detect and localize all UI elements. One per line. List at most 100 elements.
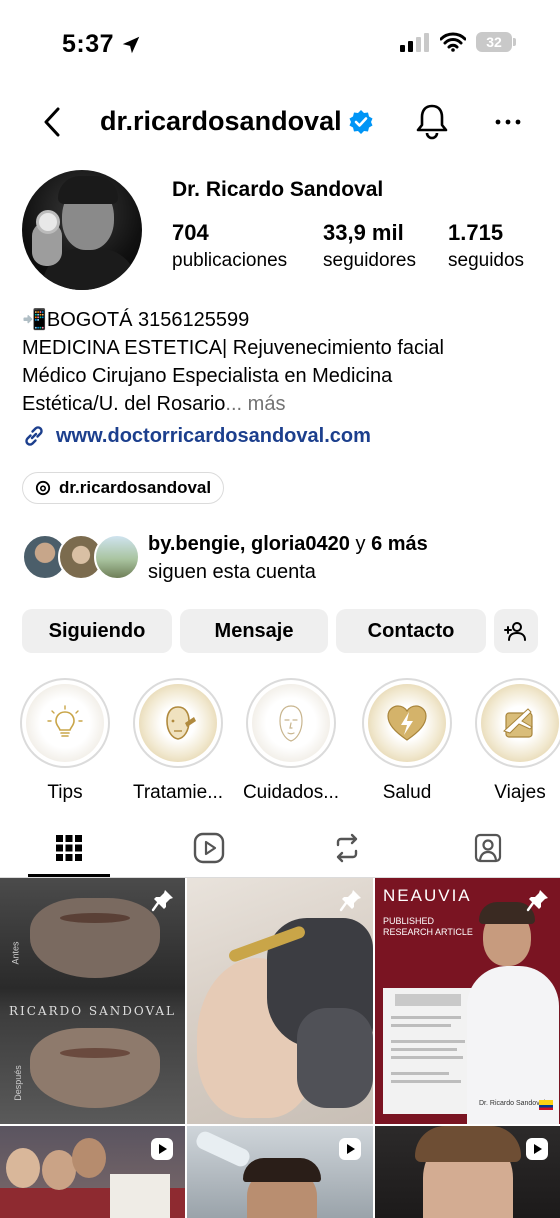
mutual-followers-avatars[interactable] <box>22 534 140 580</box>
profile-header-bar: dr.ricardosandoval <box>0 98 560 146</box>
person-face <box>72 1138 106 1178</box>
highlight-label: Cuidados... <box>242 782 340 803</box>
post-thumbnail[interactable]: RICARDO SANDOVAL Antes Después <box>0 878 185 1124</box>
after-mouth <box>60 1048 130 1058</box>
mutual-avatar-3 <box>94 534 140 580</box>
face-outline-icon <box>279 705 303 742</box>
woman-hair <box>415 1126 521 1162</box>
wifi-icon <box>440 32 466 52</box>
following-button[interactable]: Siguiendo <box>22 609 172 653</box>
posts-label: publicaciones <box>172 250 288 271</box>
bio-line-credentials: Médico Cirujano Especialista en Medicina <box>22 365 393 387</box>
post-headline: PUBLISHED RESEARCH ARTICLE <box>383 916 473 938</box>
person-face <box>6 1148 40 1188</box>
contact-button[interactable]: Contacto <box>336 609 486 653</box>
tab-grid[interactable] <box>49 828 89 868</box>
avatar-hair <box>58 176 118 204</box>
highlight-cover <box>26 684 104 762</box>
highlight-cover <box>252 684 330 762</box>
highlight-ring <box>20 678 110 768</box>
highlight-cover <box>481 684 559 762</box>
highlight-travel[interactable]: Viajes <box>474 678 560 804</box>
highlight-ring <box>133 678 223 768</box>
highlight-label: Tips <box>47 782 83 803</box>
face-treatment-icon <box>166 706 196 740</box>
paper-line <box>391 1040 465 1043</box>
location-arrow-icon <box>122 36 140 53</box>
highlight-ring <box>475 678 560 768</box>
highlight-label: Salud <box>382 782 432 803</box>
posts-count: 704 <box>172 220 209 245</box>
suggested-users-button[interactable] <box>494 609 538 653</box>
followers-stat[interactable]: 33,9 mil seguidores <box>323 220 416 272</box>
mutual-names: by.bengie, gloria0420 <box>148 533 350 555</box>
back-chevron-icon[interactable] <box>38 104 68 140</box>
website-link[interactable]: www.doctorricardosandoval.com <box>22 424 371 448</box>
bio-line-university: Estética/U. del Rosario... más <box>22 390 542 418</box>
more-options-icon[interactable] <box>492 102 524 140</box>
profile-display-name: Dr. Ricardo Sandoval <box>172 178 384 201</box>
tab-reposts[interactable] <box>327 828 367 868</box>
watermark-text: RICARDO SANDOVAL <box>8 1004 177 1018</box>
reels-icon <box>193 832 225 864</box>
mutual-followers-text[interactable]: by.bengie, gloria0420 y 6 más siguen est… <box>148 530 428 586</box>
highlight-label: Viajes <box>494 782 546 803</box>
person-face <box>42 1150 76 1190</box>
profile-avatar[interactable] <box>22 170 142 290</box>
before-chin <box>30 898 160 978</box>
grid-icon <box>56 835 82 861</box>
paper-line <box>391 1048 457 1051</box>
post-thumbnail[interactable] <box>0 1126 185 1218</box>
heart-bolt-icon <box>387 705 427 741</box>
highlight-cover <box>139 684 217 762</box>
reel-indicator-icon <box>151 1138 173 1160</box>
paper-line <box>391 1072 449 1075</box>
travel-icon <box>503 708 533 738</box>
mutual-connector: y <box>349 533 372 555</box>
profile-bio: 📲BOGOTÁ 3156125599 MEDICINA ESTETICA| Re… <box>22 306 542 418</box>
colombia-flag <box>539 1100 553 1110</box>
repost-icon <box>336 833 358 863</box>
battery-level: 32 <box>486 34 502 50</box>
tab-reels[interactable] <box>189 828 229 868</box>
after-chin <box>30 1028 160 1108</box>
following-stat[interactable]: 1.715 seguidos <box>448 220 524 272</box>
post-thumbnail[interactable] <box>375 1126 560 1218</box>
paper-line <box>391 1056 463 1059</box>
notifications-bell-icon[interactable] <box>414 102 450 140</box>
bio-university-text: Estética/U. del Rosario <box>22 393 226 415</box>
tab-tagged[interactable] <box>468 828 508 868</box>
pin-icon <box>526 890 548 912</box>
avatar-device <box>36 210 60 234</box>
highlight-ring <box>246 678 336 768</box>
headline-line2: RESEARCH ARTICLE <box>383 927 473 937</box>
threads-handle: dr.ricardosandoval <box>59 478 212 497</box>
highlight-label: Tratamie... <box>132 782 224 803</box>
threads-profile-chip[interactable]: dr.ricardosandoval <box>22 472 225 504</box>
highlight-health[interactable]: Salud <box>361 678 453 804</box>
mutual-suffix: siguen esta cuenta <box>148 561 316 583</box>
highlight-care[interactable]: Cuidados... <box>240 678 342 804</box>
status-time: 5:37 <box>62 30 142 59</box>
paper-line <box>391 1080 461 1083</box>
followers-label: seguidores <box>323 250 416 271</box>
profile-username-title: dr.ricardosandoval <box>100 106 374 137</box>
highlight-treatments[interactable]: Tratamie... <box>130 678 226 804</box>
reel-indicator-icon <box>526 1138 548 1160</box>
pin-icon <box>339 890 361 912</box>
paper-line <box>391 1016 461 1019</box>
bio-line-location: 📲BOGOTÁ 3156125599 <box>22 309 250 331</box>
headline-line1: PUBLISHED <box>383 916 435 926</box>
post-thumbnail[interactable] <box>187 878 373 1124</box>
clock: 5:37 <box>62 30 115 58</box>
status-bar: 5:37 32 <box>0 0 560 92</box>
post-thumbnail[interactable]: NEAUVIA PUBLISHED RESEARCH ARTICLE Dr. R… <box>375 878 560 1124</box>
message-button[interactable]: Mensaje <box>180 609 328 653</box>
post-brand-text: NEAUVIA <box>383 886 472 905</box>
bio-more-link[interactable]: más <box>248 393 286 415</box>
posts-stat[interactable]: 704 publicaciones <box>172 220 287 272</box>
post-thumbnail[interactable] <box>187 1126 373 1218</box>
highlight-tips[interactable]: Tips <box>19 678 111 804</box>
followers-count: 33,9 mil <box>323 220 404 245</box>
paper-line <box>391 1024 451 1027</box>
